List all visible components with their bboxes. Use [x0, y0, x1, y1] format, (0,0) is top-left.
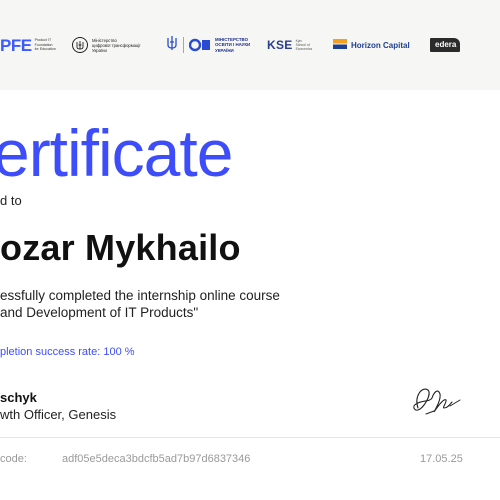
kse-logo-mark: KSE	[267, 38, 293, 52]
horizon-capital-logo-text: Horizon Capital	[351, 40, 410, 50]
trident-icon	[166, 35, 178, 56]
ministry-digital-logo: Міністерство цифрової трансформації Укра…	[72, 33, 158, 57]
horizon-capital-icon	[333, 36, 347, 54]
mon-mark-icon	[189, 38, 211, 52]
pfe-logo-text: Product IT Foundation for Education	[34, 38, 56, 52]
certificate-title: ertificate	[0, 116, 233, 190]
course-description-line-2: and Development of IT Products"	[0, 305, 199, 320]
trident-emblem-icon	[72, 37, 88, 53]
certificate-code-value: adf05e5deca3bdcfb5ad7b97d6837346	[62, 453, 251, 465]
awarded-to-label: d to	[0, 193, 22, 208]
certificate-page: PFE Product IT Foundation for Education …	[0, 0, 500, 500]
partner-logo-bar: PFE Product IT Foundation for Education …	[0, 0, 500, 90]
ministry-education-logo-text: МІНІСТЕРСТВО ОСВІТИ І НАУКИ УКРАЇНИ	[215, 37, 251, 53]
pfe-logo-mark: PFE	[0, 35, 32, 55]
signer-name: schyk	[0, 390, 37, 405]
completion-success-rate: pletion success rate: 100 %	[0, 346, 135, 358]
edera-logo-text: edera	[430, 38, 461, 52]
course-description-line-1: essfully completed the internship online…	[0, 288, 280, 303]
kse-logo: KSE Kyiv School of Economics	[267, 34, 324, 56]
certificate-code-label: code:	[0, 453, 27, 465]
signature-image	[413, 388, 461, 415]
edera-logo: edera	[430, 37, 461, 53]
logo-separator	[183, 37, 184, 53]
ministry-digital-logo-text: Міністерство цифрової трансформації Укра…	[92, 37, 141, 53]
kse-logo-text: Kyiv School of Economics	[295, 39, 313, 51]
signer-role: wth Officer, Genesis	[0, 407, 117, 422]
issue-date: 17.05.25	[420, 453, 463, 465]
pfe-logo: PFE Product IT Foundation for Education	[0, 30, 71, 60]
horizon-capital-logo: Horizon Capital	[333, 36, 410, 54]
ministry-education-logo: МІНІСТЕРСТВО ОСВІТИ І НАУКИ УКРАЇНИ	[166, 33, 263, 57]
footer-divider	[0, 437, 500, 438]
recipient-name: ozar Mykhailo	[0, 227, 241, 268]
